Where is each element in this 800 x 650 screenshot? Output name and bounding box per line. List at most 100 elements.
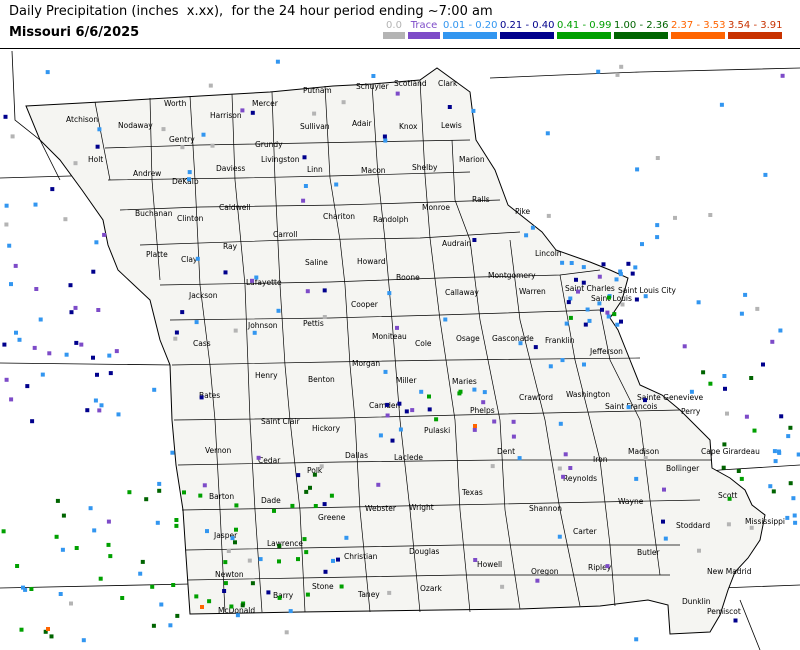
station-marker: [199, 395, 204, 400]
county-label: Knox: [399, 122, 418, 131]
county-label: Buchanan: [135, 209, 173, 218]
legend-label: 3.54 - 3.91: [728, 20, 783, 31]
station-marker: [144, 497, 149, 502]
station-marker: [619, 64, 624, 69]
station-marker: [312, 111, 317, 116]
station-marker: [175, 613, 180, 618]
precipitation-legend: 0.0 Trace 0.01 - 0.20 0.21 - 0.40 0.41 -…: [383, 20, 783, 44]
station-marker: [447, 105, 452, 109]
station-marker: [490, 464, 495, 469]
station-marker: [701, 370, 706, 375]
map-title: Daily Precipitation (inches x.xx), for t…: [9, 4, 493, 19]
station-marker: [247, 558, 252, 563]
station-marker: [32, 345, 37, 350]
station-marker: [344, 535, 349, 540]
station-marker: [581, 280, 586, 285]
station-marker: [615, 322, 620, 327]
station-marker: [91, 355, 95, 360]
station-marker: [138, 571, 143, 576]
station-marker: [630, 271, 635, 276]
station-marker: [517, 456, 522, 461]
station-marker: [277, 544, 282, 548]
station-marker: [533, 345, 538, 350]
county-label: Clinton: [177, 214, 204, 223]
legend-label: 1.00 - 2.36: [614, 20, 669, 31]
county-label: Laclede: [394, 453, 423, 462]
station-marker: [482, 390, 487, 395]
county-label: Barry: [273, 591, 294, 600]
county-label: Nodaway: [118, 121, 153, 130]
station-marker: [96, 308, 101, 312]
county-label: Warren: [519, 287, 546, 296]
station-marker: [574, 277, 578, 282]
station-marker: [63, 217, 68, 222]
precipitation-map-page: Daily Precipitation (inches x.xx), for t…: [0, 0, 800, 650]
county-label: Marion: [459, 155, 485, 164]
station-marker: [229, 604, 234, 609]
station-marker: [633, 265, 638, 270]
station-marker: [398, 427, 403, 432]
station-marker: [210, 143, 215, 148]
station-marker: [619, 319, 623, 324]
map-subtitle: Missouri 6/6/2025: [9, 25, 140, 40]
county-label: New Madrid: [707, 567, 752, 576]
station-marker: [772, 449, 777, 454]
station-marker: [626, 405, 631, 410]
station-marker: [4, 203, 9, 208]
station-marker: [250, 110, 255, 115]
legend-label: 0.41 - 0.99: [557, 20, 612, 31]
county-label: Osage: [456, 334, 480, 343]
station-marker: [780, 73, 785, 78]
county-label: Cooper: [351, 300, 379, 309]
station-marker: [3, 114, 8, 119]
station-marker: [155, 520, 160, 525]
station-marker: [558, 421, 563, 426]
station-marker: [689, 389, 694, 394]
station-marker: [74, 340, 79, 345]
county-label: Jefferson: [589, 347, 623, 356]
station-marker: [58, 592, 63, 596]
station-marker: [127, 490, 132, 495]
station-marker: [116, 412, 121, 417]
station-marker: [545, 131, 550, 136]
station-marker: [761, 362, 765, 367]
station-marker: [500, 584, 505, 589]
legend-label: 0.0: [386, 20, 402, 31]
station-marker: [140, 559, 145, 564]
station-marker: [233, 328, 238, 333]
station-marker: [277, 559, 281, 564]
station-marker: [319, 464, 324, 469]
station-marker: [339, 584, 344, 589]
station-marker: [240, 603, 245, 608]
station-marker: [92, 528, 97, 533]
station-marker: [95, 144, 100, 149]
station-marker: [341, 100, 346, 105]
county-label: Holt: [88, 155, 103, 164]
station-marker: [614, 277, 619, 282]
county-label: Carroll: [273, 230, 297, 239]
county-label: Andrew: [133, 169, 161, 178]
station-marker: [74, 546, 79, 550]
station-marker: [723, 386, 727, 391]
station-marker: [120, 596, 125, 600]
station-marker: [13, 263, 18, 268]
station-marker: [733, 618, 738, 623]
station-marker: [174, 523, 179, 528]
station-marker: [739, 311, 744, 316]
county-label: Cape Girardeau: [701, 447, 760, 456]
station-marker: [605, 564, 610, 569]
station-marker: [305, 592, 310, 597]
station-marker: [173, 336, 178, 341]
station-marker: [597, 274, 602, 279]
station-marker: [518, 341, 523, 346]
station-marker: [634, 476, 639, 481]
station-marker: [597, 301, 602, 306]
station-marker: [198, 493, 203, 498]
station-marker: [626, 261, 631, 266]
station-marker: [663, 536, 668, 541]
station-marker: [284, 630, 289, 635]
station-marker: [634, 637, 639, 642]
station-marker: [334, 182, 339, 187]
county-label: Platte: [146, 250, 168, 259]
station-marker: [557, 534, 562, 539]
